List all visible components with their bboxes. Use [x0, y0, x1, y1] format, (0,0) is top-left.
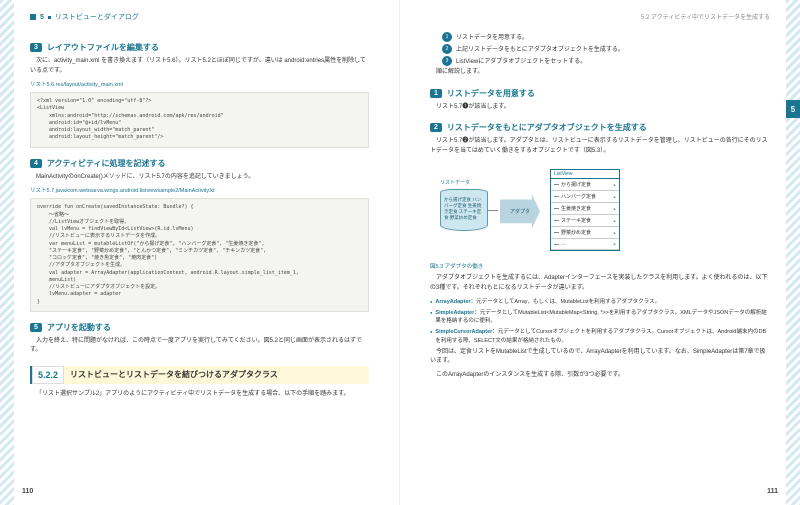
adapter-box: アダプタ [500, 194, 540, 228]
body-text: MainActivityのonCreate()メソッドに、リスト5.7の内容を追… [30, 173, 369, 183]
cylinder-icon: から揚げ定食 ハンバーグ定食 生姜焼き定食 ステーキ定食 野菜炒め定食 [440, 189, 488, 231]
step-3-heading: 3 レイアウトファイルを編集する [30, 42, 369, 53]
page-left: 5 リストビューとダイアログ 3 レイアウトファイルを編集する 次に、activ… [0, 0, 400, 505]
table-row: ハンバーグ定食 [551, 191, 619, 203]
step-2-heading: 2 リストデータをもとにアダプタオブジェクトを生成する [430, 122, 770, 133]
body-text: このArrayAdapterのインスタンスを生成する際、引数が3つ必要です。 [430, 371, 770, 381]
chapter-number: 5 [40, 14, 44, 21]
body-text: 入力を終え、特に問題がなければ、この時点で一度アプリを実行してみてください。図5… [30, 337, 369, 356]
code-block-56: <?xml version="1.0" encoding="utf-8"?> <… [30, 92, 369, 148]
listing-caption: リスト5.6 res/layout/activity_main.xml [30, 80, 369, 88]
ordered-list: 1リストデータを用意する。 2上記リストデータをもとにアダプタオブジェクトを生成… [442, 32, 770, 66]
running-head-right: 5.2 アクティビティ中でリストデータを生成する [641, 12, 770, 21]
body-text: アダプタオブジェクトを生成するには、Adapterインターフェースを実装したクラ… [430, 274, 770, 293]
listing-caption: リスト5.7 java/com.websarva.wings.android.l… [30, 186, 369, 194]
chapter-title: リストビューとダイアログ [55, 12, 139, 22]
list-item: リストデータを用意する。 [456, 32, 528, 42]
figure-caption: 図5.3 アダプタの働き [430, 262, 770, 270]
table-row: 野菜炒め定食 [551, 227, 619, 239]
table-row: … [551, 239, 619, 250]
page-number: 111 [767, 488, 778, 495]
body-text: リスト5.7❷が該当します。アダプタとは、リストビューに表示するリストデータを管… [430, 137, 770, 156]
chapter-tab: 5 [786, 100, 800, 118]
figure-5-3: リストデータ から揚げ定食 ハンバーグ定食 生姜焼き定食 ステーキ定食 野菜炒め… [430, 164, 770, 254]
bullet-item: ArrayAdapter：元データとしてArray、もしくは、MutableLi… [430, 298, 770, 306]
body-text: リスト5.7❶が該当します。 [430, 103, 770, 113]
table-row: から揚げ定食 [551, 179, 619, 191]
body-text: 今回は、定食リストをMutableListで生成しているので、ArrayAdap… [430, 348, 770, 367]
bullet-item: SimpleCursorAdapter：元データとしてCursorオブジェクトを… [430, 328, 770, 345]
table-row: ステーキ定食 [551, 215, 619, 227]
step-4-heading: 4 アクティビティに処理を記述する [30, 158, 369, 169]
body-text: 次に、activity_main.xml を書き換えます（リスト5.6）。リスト… [30, 57, 369, 76]
step-5-heading: 5 アプリを起動する [30, 322, 369, 333]
listview-box: ListView から揚げ定食 ハンバーグ定食 生姜焼き定食 ステーキ定食 野菜… [550, 169, 620, 251]
code-block-57: override fun onCreate(savedInstanceState… [30, 198, 369, 312]
section-heading: 5.2.2 リストビューとリストデータを結びつけるアダプタクラス [30, 366, 369, 384]
page-number: 110 [22, 488, 33, 495]
table-row: 生姜焼き定食 [551, 203, 619, 215]
body-text: 順に解説します。 [430, 68, 770, 78]
list-item: ListViewにアダプタオブジェクトをセットする。 [456, 56, 586, 66]
running-head-left: 5 リストビューとダイアログ [30, 12, 139, 22]
bullet-item: SimpleAdapter：元データとしてMutableList<Mutable… [430, 309, 770, 326]
list-item: 上記リストデータをもとにアダプタオブジェクトを生成する。 [456, 44, 624, 54]
step-1-heading: 1 リストデータを用意する [430, 88, 770, 99]
body-text: 「リスト選択サンプル2」アプリのようにアクティビティ中でリストデータを生成する場… [30, 390, 369, 400]
page-right: 5.2 アクティビティ中でリストデータを生成する 5 1リストデータを用意する。… [400, 0, 800, 505]
